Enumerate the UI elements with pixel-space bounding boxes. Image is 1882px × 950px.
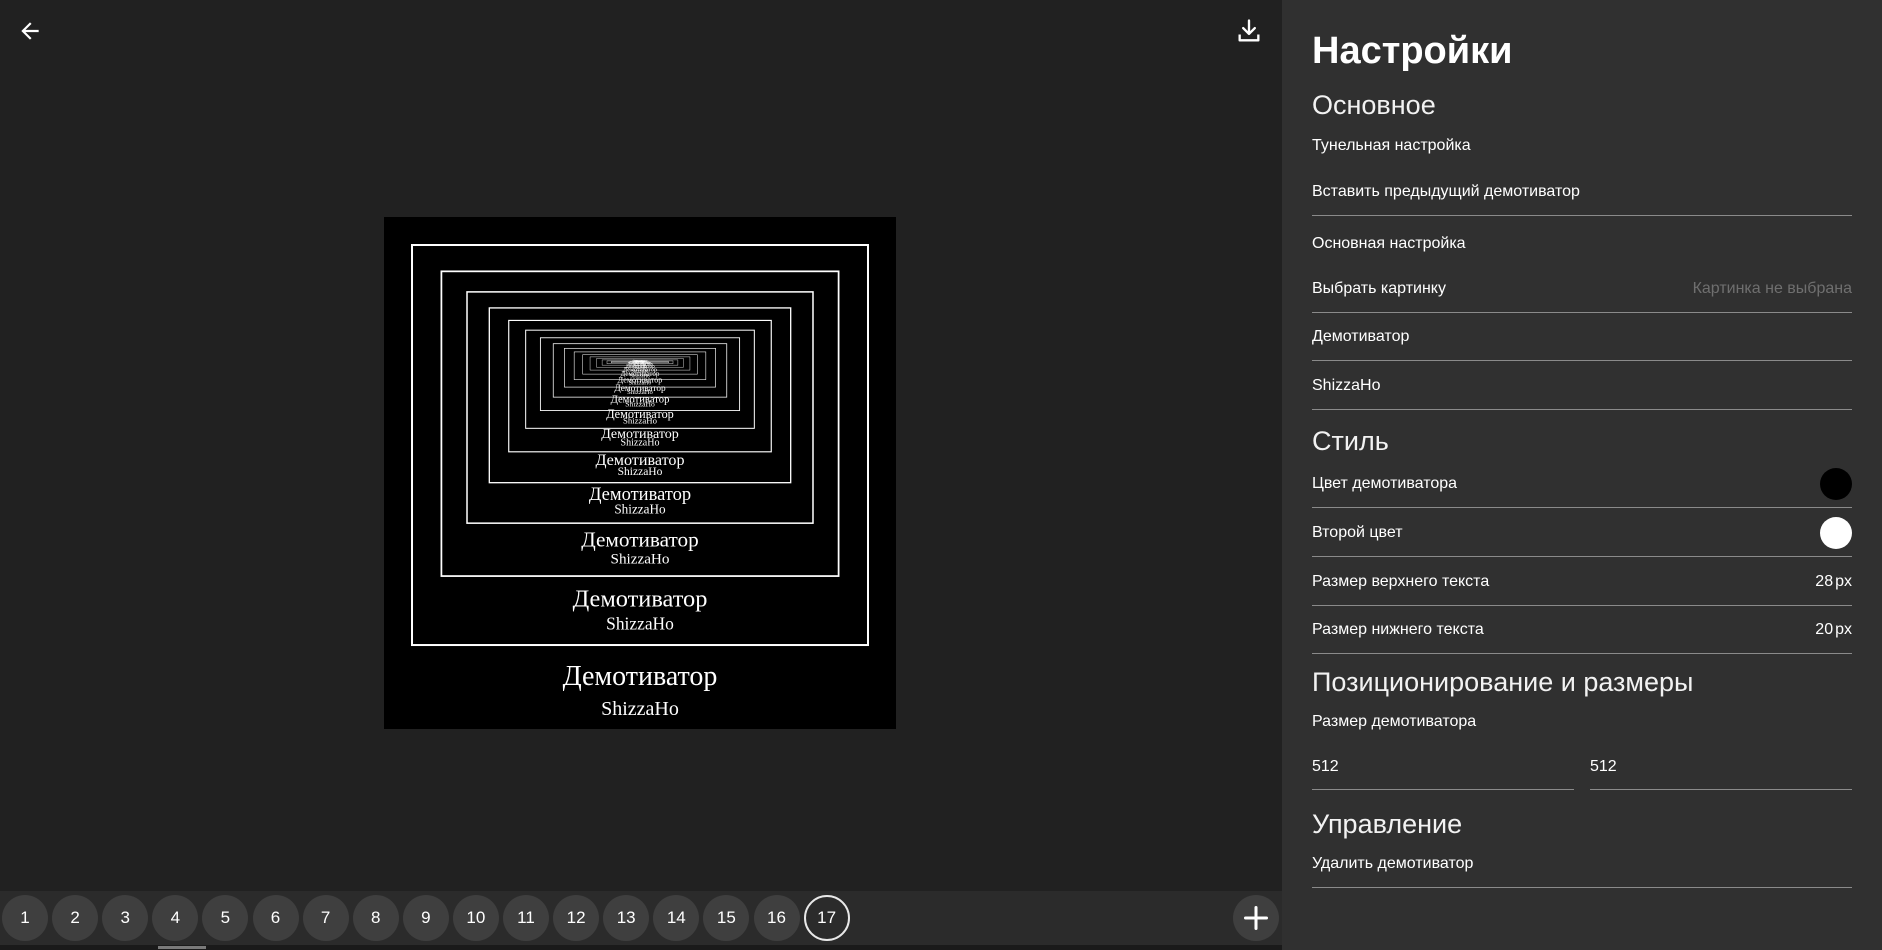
bottom-text-size-unit: px — [1835, 620, 1852, 638]
second-color-label: Второй цвет — [1312, 523, 1403, 541]
choose-image-label: Выбрать картинку — [1312, 279, 1446, 297]
bottom-text-size-row[interactable]: Размер нижнего текста 20 px — [1312, 606, 1852, 654]
tab-3[interactable]: 3 — [102, 895, 149, 941]
bottom-text-size-label: Размер нижнего текста — [1312, 620, 1484, 638]
basic-settings-label: Основная настройка — [1312, 220, 1852, 268]
caption-bottom: ShizzaHo — [623, 415, 658, 425]
second-color-row: Второй цвет — [1312, 509, 1852, 557]
basic-settings-text: Основная настройка — [1312, 235, 1466, 252]
plus-icon — [1243, 905, 1269, 931]
caption-bottom: ShizzaHo — [621, 437, 660, 448]
caption-bottom: ShizzaHo — [625, 399, 655, 408]
delete-demotivator-button[interactable]: Удалить демотиватор — [1312, 840, 1852, 888]
caption-top: Демотиватор — [581, 527, 698, 551]
section-positioning: Позиционирование и размеры — [1312, 667, 1694, 697]
tab-9[interactable]: 9 — [402, 895, 449, 941]
caption-bottom: ShizzaHo — [618, 466, 663, 478]
caption-bottom: ShizzaHo — [611, 551, 670, 568]
tab-16[interactable]: 16 — [753, 895, 800, 941]
demotivator-color-label: Цвет демотиватора — [1312, 474, 1458, 492]
settings-panel: Настройки Основное Тунельная настройка В… — [1282, 0, 1882, 950]
caption-bottom: ShizzaHo — [638, 361, 642, 363]
top-text-input[interactable]: Демотиватор — [1312, 313, 1852, 361]
demotivator-tunnel: ДемотиваторShizzaHoДемотиваторShizzaHoДе… — [411, 244, 869, 720]
add-demotivator-button[interactable] — [1233, 895, 1279, 941]
arrow-left-icon — [21, 22, 39, 40]
insert-previous-label: Вставить предыдущий демотиватор — [1312, 182, 1580, 200]
size-label-row: Размер демотиватора — [1312, 698, 1852, 746]
section-main: Основное — [1312, 90, 1436, 120]
tunnel-settings-label: Тунельная настройка — [1312, 122, 1852, 170]
tunnel-settings-text: Тунельная настройка — [1312, 137, 1471, 154]
top-text-size-unit: px — [1835, 572, 1852, 590]
caption-bottom: ShizzaHo — [630, 375, 650, 380]
height-value: 512 — [1590, 757, 1617, 775]
demotivator-color-swatch[interactable] — [1820, 467, 1852, 500]
tab-15[interactable]: 15 — [703, 895, 750, 941]
tab-11[interactable]: 11 — [503, 895, 549, 941]
section-control: Управление — [1312, 809, 1463, 839]
caption-bottom: ShizzaHo — [614, 501, 666, 516]
bottom-text-input[interactable]: ShizzaHo — [1312, 362, 1852, 410]
tab-5[interactable]: 5 — [202, 895, 249, 941]
caption-bottom: ShizzaHo — [606, 613, 674, 633]
delete-demotivator-label: Удалить демотиватор — [1312, 854, 1474, 872]
tab-13[interactable]: 13 — [603, 895, 650, 941]
second-color-swatch[interactable] — [1820, 516, 1852, 549]
demotivator-tabs-bar: 1 2 3 4 5 6 7 8 9 10 11 12 13 14 15 16 17 — [0, 891, 1282, 945]
caption-bottom: ShizzaHo — [627, 389, 653, 396]
caption-bottom: ShizzaHo — [601, 698, 679, 720]
demotivator-preview: ДемотиваторShizzaHoДемотиваторShizzaHoДе… — [384, 217, 896, 729]
back-button[interactable] — [8, 9, 52, 53]
tab-4[interactable]: 4 — [152, 895, 199, 941]
tab-10[interactable]: 10 — [452, 895, 499, 941]
top-text-size-row[interactable]: Размер верхнего текста 28 px — [1312, 558, 1852, 606]
caption-bottom: ShizzaHo — [629, 380, 652, 386]
editor-area: Демотиватор ShizzaHo Демотиватор ShizzaHo Де… — [0, 0, 1282, 950]
choose-image-field[interactable]: Выбрать картинку Картинка не выбрана — [1312, 265, 1852, 313]
tab-7[interactable]: 7 — [302, 895, 349, 941]
height-input[interactable]: 512 — [1590, 744, 1852, 790]
download-button[interactable] — [1227, 9, 1271, 53]
scroll-thumb[interactable] — [158, 946, 206, 949]
insert-previous-button[interactable]: Вставить предыдущий демотиватор — [1312, 168, 1852, 216]
download-icon — [1238, 19, 1260, 42]
demotivator-color-row: Цвет демотиватора — [1312, 460, 1852, 508]
bottom-text-size-value: 20 — [1815, 620, 1834, 638]
caption-top: Демотиватор — [563, 661, 718, 692]
top-text-value: Демотиватор — [1312, 327, 1410, 345]
tab-1[interactable]: 1 — [2, 895, 48, 941]
top-text-size-label: Размер верхнего текста — [1312, 572, 1490, 590]
width-input[interactable]: 512 — [1312, 744, 1574, 790]
width-value: 512 — [1312, 757, 1339, 775]
tab-2[interactable]: 2 — [52, 895, 99, 941]
settings-title: Настройки — [1312, 30, 1513, 72]
top-text-size-value: 28 — [1815, 572, 1834, 590]
section-style: Стиль — [1312, 426, 1389, 456]
bottom-text-value: ShizzaHo — [1312, 376, 1381, 394]
tab-6[interactable]: 6 — [252, 895, 299, 941]
tab-14[interactable]: 14 — [653, 895, 700, 941]
size-label: Размер демотиватора — [1312, 713, 1477, 730]
tab-17[interactable]: 17 — [803, 895, 850, 941]
tab-12[interactable]: 12 — [553, 895, 600, 941]
tab-8[interactable]: 8 — [352, 895, 399, 941]
choose-image-placeholder: Картинка не выбрана — [1692, 279, 1852, 297]
caption-top: Демотиватор — [573, 586, 708, 613]
